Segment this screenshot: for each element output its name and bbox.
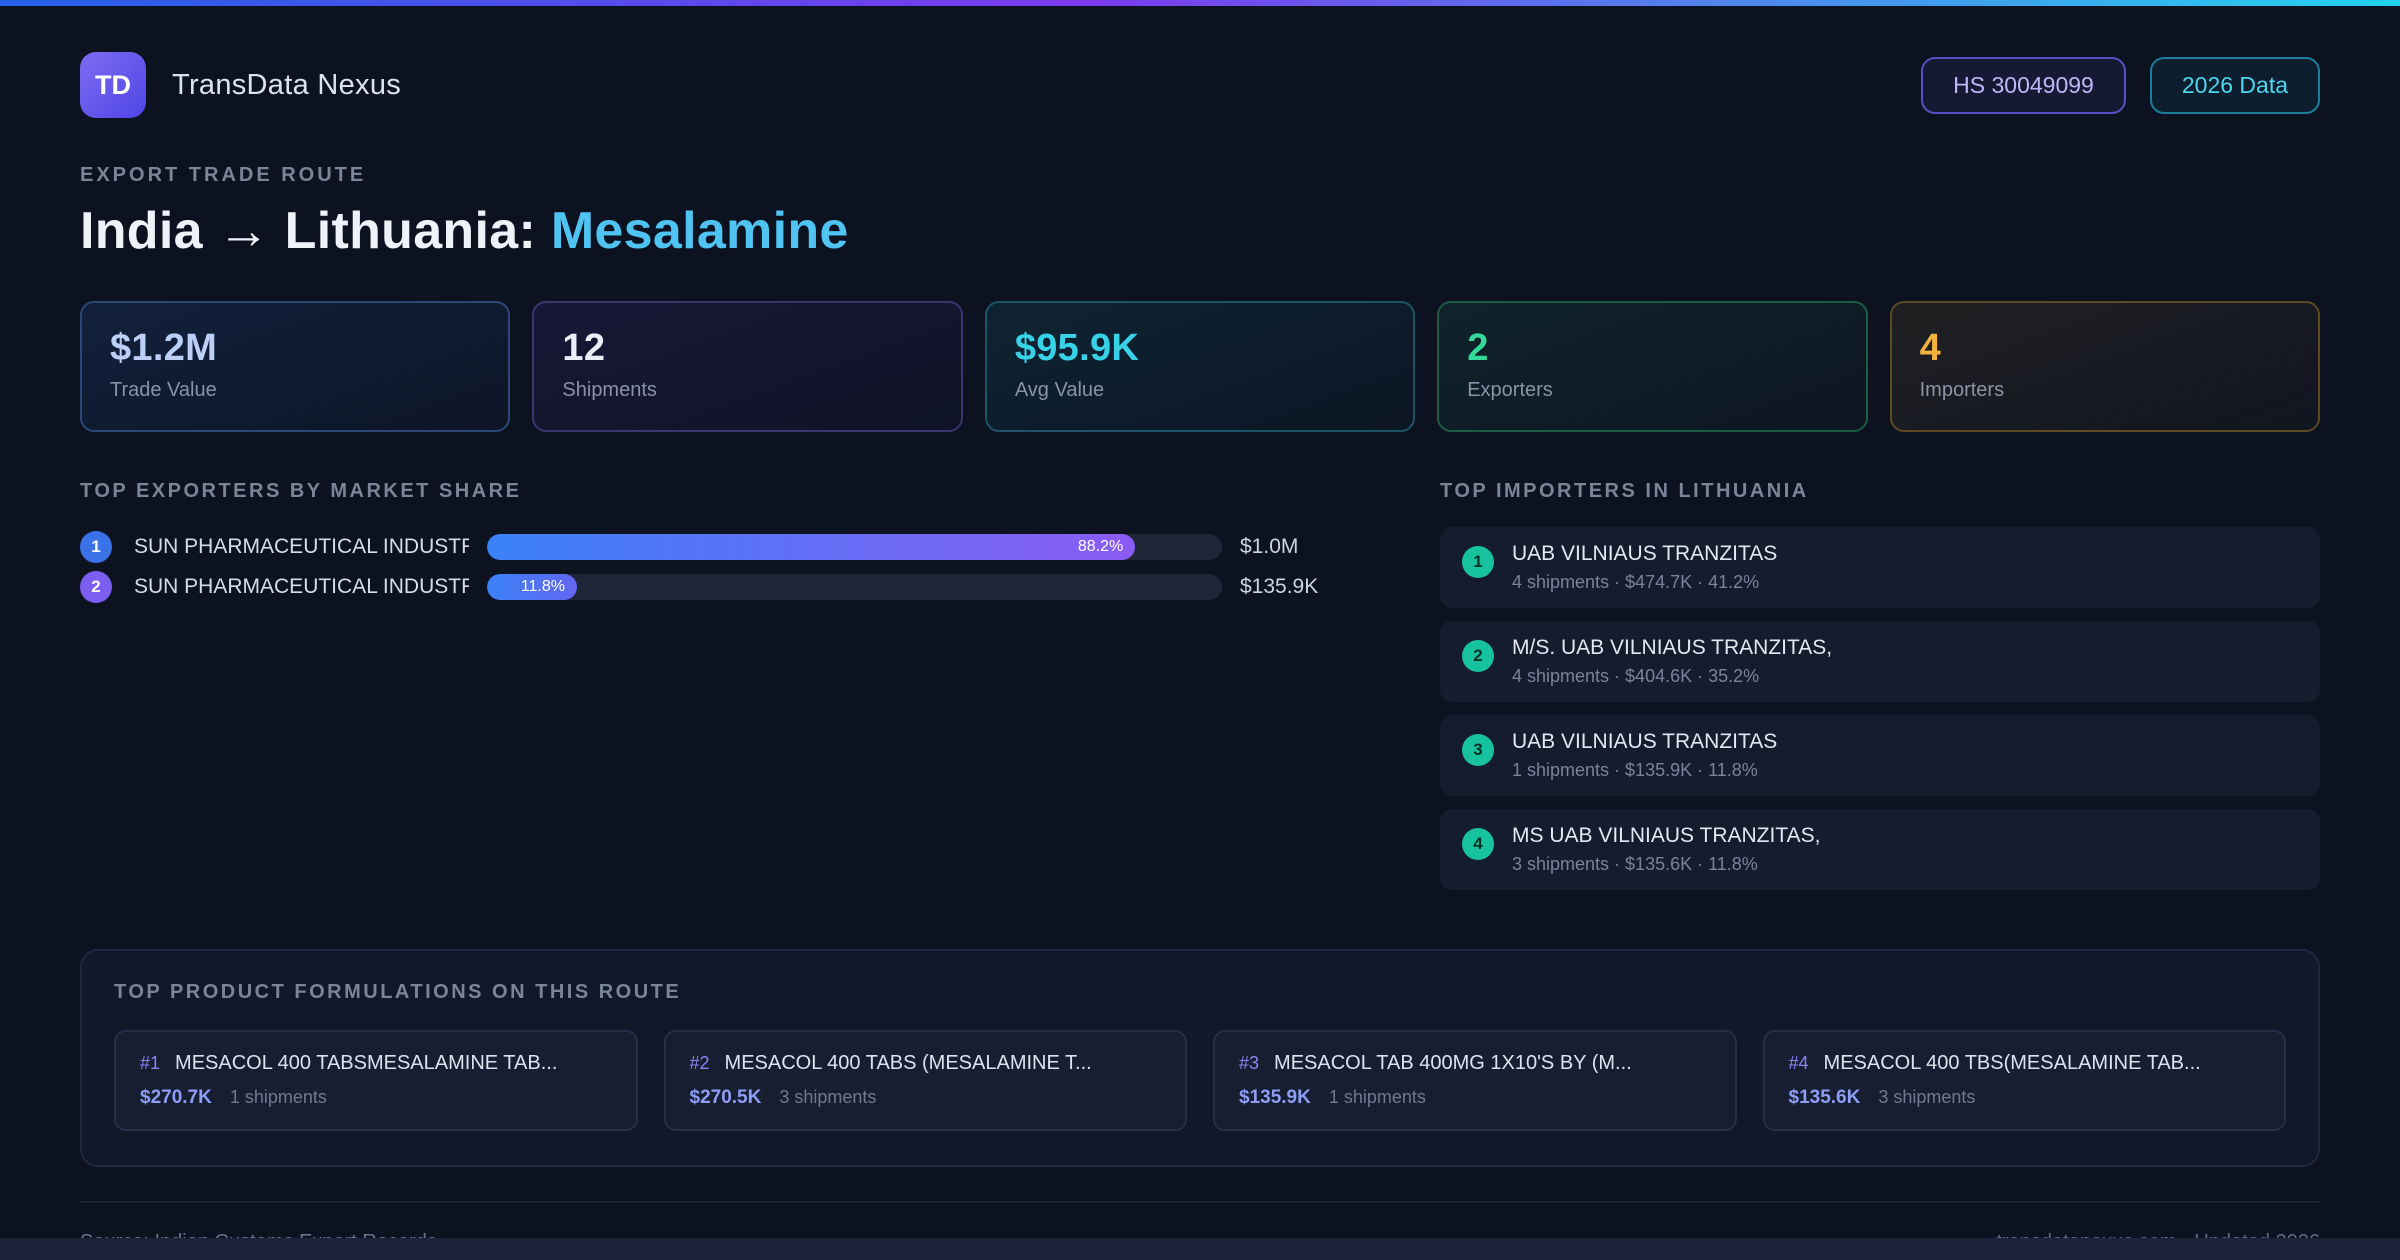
market-share-percent: 88.2% xyxy=(1077,538,1124,555)
product-value: $135.9K xyxy=(1239,1087,1311,1108)
importer-name: MS UAB VILNIAUS TRANZITAS, xyxy=(1512,824,1821,847)
stat-card-exporters: 2 Exporters xyxy=(1437,301,1868,432)
product-meta-row: $135.9K 1 shipments xyxy=(1239,1087,1711,1109)
products-panel: TOP PRODUCT FORMULATIONS ON THIS ROUTE #… xyxy=(80,949,2320,1167)
importer-row[interactable]: 2 M/S. UAB VILNIAUS TRANZITAS, 4 shipmen… xyxy=(1440,621,2320,702)
products-heading: TOP PRODUCT FORMULATIONS ON THIS ROUTE xyxy=(114,981,682,1003)
app-header: TD TransData Nexus HS 30049099 2026 Data xyxy=(80,52,2320,118)
stat-value: 12 xyxy=(562,327,606,369)
importer-meta: 1 shipments · $135.9K · 11.8% xyxy=(1512,760,1758,780)
product-name: MESACOL 400 TABSMESALAMINE TAB... xyxy=(175,1052,558,1074)
market-share-bar-fill: 11.8% xyxy=(487,574,577,600)
product-shipments: 1 shipments xyxy=(229,1087,327,1107)
exporter-row[interactable]: 2 SUN PHARMACEUTICAL INDUSTR... 11.8% $1… xyxy=(80,567,1380,607)
product-shipments: 3 shipments xyxy=(779,1087,877,1107)
product-value: $270.5K xyxy=(689,1087,762,1108)
importer-name: M/S. UAB VILNIAUS TRANZITAS, xyxy=(1512,636,1833,659)
importers-heading: TOP IMPORTERS IN LITHUANIA xyxy=(1440,480,1809,502)
stat-label: Avg Value xyxy=(1014,379,1105,401)
market-share-percent: 11.8% xyxy=(520,578,565,595)
product-card[interactable]: #2 MESACOL 400 TABS (MESALAMINE T... $27… xyxy=(663,1030,1187,1131)
product-title-row: #1 MESACOL 400 TABSMESALAMINE TAB... xyxy=(140,1052,612,1075)
product-rank: #4 xyxy=(1788,1053,1809,1073)
importer-row[interactable]: 3 UAB VILNIAUS TRANZITAS 1 shipments · $… xyxy=(1440,715,2320,796)
product-rank: #2 xyxy=(689,1053,710,1073)
stat-value: $95.9K xyxy=(1014,327,1140,369)
product-meta-row: $270.7K 1 shipments xyxy=(140,1087,612,1109)
stat-value: 4 xyxy=(1919,327,1942,369)
rank-badge: 4 xyxy=(1462,828,1494,860)
product-title-row: #2 MESACOL 400 TABS (MESALAMINE T... xyxy=(690,1052,1162,1075)
product-title-row: #4 MESACOL 400 TBS(MESALAMINE TAB... xyxy=(1789,1052,2261,1075)
bottom-edge-strip xyxy=(0,1238,2400,1260)
product-name: MESACOL TAB 400MG 1X10'S BY (M... xyxy=(1274,1052,1632,1074)
stat-label: Exporters xyxy=(1467,379,1553,401)
exporter-row[interactable]: 1 SUN PHARMACEUTICAL INDUSTR... 88.2% $1… xyxy=(80,527,1380,567)
product-shipments: 3 shipments xyxy=(1878,1087,1976,1107)
importer-row[interactable]: 4 MS UAB VILNIAUS TRANZITAS, 3 shipments… xyxy=(1440,809,2320,890)
page-title-product: Mesalamine xyxy=(550,202,849,260)
exporter-name: SUN PHARMACEUTICAL INDUSTR... xyxy=(134,535,469,558)
product-card[interactable]: #1 MESACOL 400 TABSMESALAMINE TAB... $27… xyxy=(114,1030,638,1131)
market-share-bar-fill: 88.2% xyxy=(487,534,1136,560)
product-rank: #3 xyxy=(1239,1053,1260,1073)
rank-badge: 1 xyxy=(1462,546,1494,578)
product-rank: #1 xyxy=(140,1053,161,1073)
header-badges: HS 30049099 2026 Data xyxy=(1921,56,2320,114)
importer-meta: 3 shipments · $135.6K · 11.8% xyxy=(1512,854,1758,874)
importer-info: M/S. UAB VILNIAUS TRANZITAS, 4 shipments… xyxy=(1512,636,1832,687)
exporter-value: $135.9K xyxy=(1240,575,1319,598)
importer-name: UAB VILNIAUS TRANZITAS xyxy=(1512,542,1778,565)
importer-meta: 4 shipments · $404.6K · 35.2% xyxy=(1512,666,1760,686)
year-data-badge[interactable]: 2026 Data xyxy=(2149,56,2320,114)
stat-label: Shipments xyxy=(562,379,657,401)
product-meta-row: $270.5K 3 shipments xyxy=(690,1087,1162,1109)
product-name: MESACOL 400 TABS (MESALAMINE T... xyxy=(724,1052,1092,1074)
product-shipments: 1 shipments xyxy=(1328,1087,1426,1107)
rank-badge: 2 xyxy=(1462,640,1494,672)
stat-card-trade-value: $1.2M Trade Value xyxy=(80,301,511,432)
exporter-value: $1.0M xyxy=(1240,535,1299,558)
importer-meta: 4 shipments · $474.7K · 41.2% xyxy=(1512,572,1760,592)
stat-label: Importers xyxy=(1919,379,2005,401)
importer-info: MS UAB VILNIAUS TRANZITAS, 3 shipments ·… xyxy=(1512,824,1820,875)
importer-info: UAB VILNIAUS TRANZITAS 4 shipments · $47… xyxy=(1512,542,1777,593)
stat-card-avg-value: $95.9K Avg Value xyxy=(984,301,1416,432)
content-columns: TOP EXPORTERS BY MARKET SHARE 1 SUN PHAR… xyxy=(80,480,2320,903)
stat-value: $1.2M xyxy=(110,327,218,369)
market-share-bar-track: 88.2% xyxy=(487,534,1222,560)
market-share-bar-track: 11.8% xyxy=(487,574,1222,600)
eyebrow-label: EXPORT TRADE ROUTE xyxy=(80,164,367,186)
exporter-name: SUN PHARMACEUTICAL INDUSTR... xyxy=(134,575,469,598)
page-container: TD TransData Nexus HS 30049099 2026 Data… xyxy=(0,52,2400,1254)
accent-top-bar xyxy=(0,0,2400,6)
page-title-route: India → Lithuania: xyxy=(80,202,551,260)
hs-code-badge[interactable]: HS 30049099 xyxy=(1921,56,2126,114)
rank-badge: 1 xyxy=(80,531,112,563)
product-meta-row: $135.6K 3 shipments xyxy=(1789,1087,2261,1109)
importer-info: UAB VILNIAUS TRANZITAS 1 shipments · $13… xyxy=(1512,730,1777,781)
app-logo: TD xyxy=(80,52,146,118)
page-title: India → Lithuania: Mesalamine xyxy=(80,201,2320,261)
importer-name: UAB VILNIAUS TRANZITAS xyxy=(1512,730,1778,753)
product-card[interactable]: #4 MESACOL 400 TBS(MESALAMINE TAB... $13… xyxy=(1762,1030,2286,1131)
stat-value: 2 xyxy=(1467,327,1489,369)
exporters-heading: TOP EXPORTERS BY MARKET SHARE xyxy=(80,480,522,502)
product-name: MESACOL 400 TBS(MESALAMINE TAB... xyxy=(1823,1052,2201,1074)
product-title-row: #3 MESACOL TAB 400MG 1X10'S BY (M... xyxy=(1239,1052,1711,1075)
importer-row[interactable]: 1 UAB VILNIAUS TRANZITAS 4 shipments · $… xyxy=(1440,527,2320,608)
product-value: $270.7K xyxy=(140,1087,212,1108)
exporters-section: TOP EXPORTERS BY MARKET SHARE 1 SUN PHAR… xyxy=(80,480,1380,607)
product-card[interactable]: #3 MESACOL TAB 400MG 1X10'S BY (M... $13… xyxy=(1213,1030,1737,1131)
product-value: $135.6K xyxy=(1788,1087,1861,1108)
stat-card-importers: 4 Importers xyxy=(1889,301,2321,432)
stat-cards-row: $1.2M Trade Value 12 Shipments $95.9K Av… xyxy=(80,301,2321,432)
app-title: TransData Nexus xyxy=(172,68,402,101)
stat-card-shipments: 12 Shipments xyxy=(532,301,963,432)
rank-badge: 2 xyxy=(80,571,112,603)
products-grid: #1 MESACOL 400 TABSMESALAMINE TAB... $27… xyxy=(114,1030,2286,1131)
importers-section: TOP IMPORTERS IN LITHUANIA 1 UAB VILNIAU… xyxy=(1440,480,2320,903)
rank-badge: 3 xyxy=(1462,734,1494,766)
stat-label: Trade Value xyxy=(110,379,217,401)
